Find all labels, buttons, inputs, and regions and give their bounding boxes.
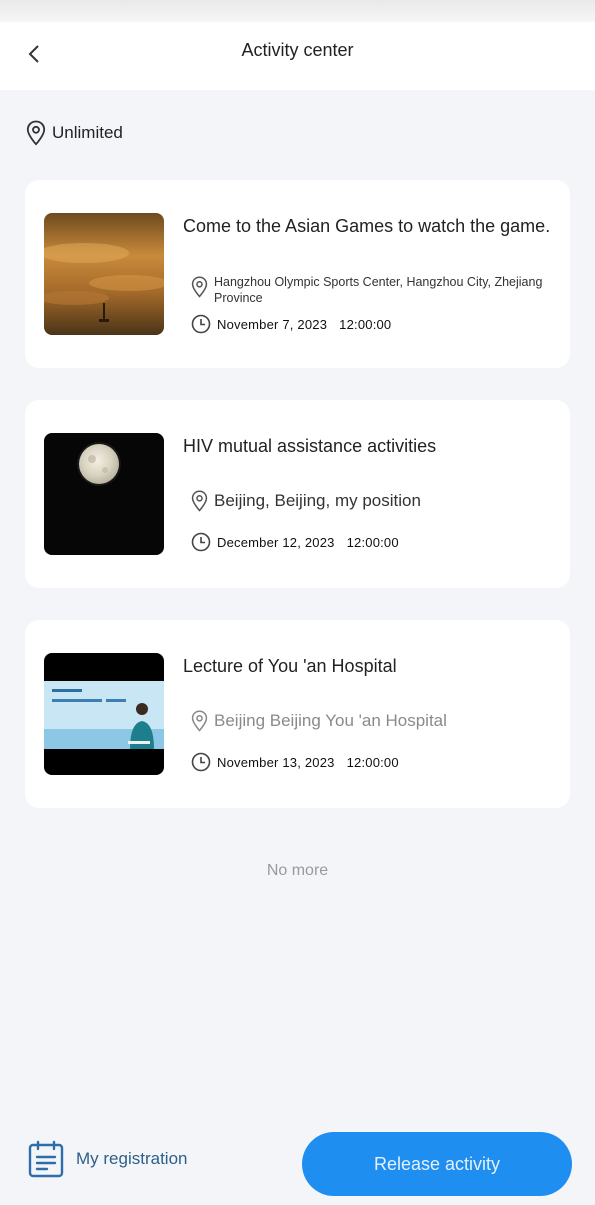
activity-clock-time: 12:00:00	[339, 316, 392, 332]
activity-thumbnail	[44, 433, 164, 555]
activity-date: November 13, 2023	[217, 754, 335, 770]
location-filter[interactable]: Unlimited	[26, 118, 123, 148]
activity-card[interactable]: HIV mutual assistance activities Beijing…	[25, 400, 570, 588]
registration-list-icon	[28, 1140, 64, 1178]
activity-thumbnail	[44, 213, 164, 335]
location-text: Beijing Beijing You 'an Hospital	[214, 711, 447, 730]
filter-label: Unlimited	[52, 123, 123, 142]
location-text: Beijing, Beijing, my position	[214, 491, 421, 510]
activity-title: Lecture of You 'an Hospital	[183, 656, 397, 676]
activity-clock-time: 12:00:00	[346, 534, 399, 550]
activity-location: Beijing Beijing You 'an Hospital	[191, 710, 447, 732]
activity-time: November 13, 2023 12:00:00	[191, 752, 399, 772]
clock-icon	[191, 752, 211, 772]
activity-title: Come to the Asian Games to watch the gam…	[183, 216, 551, 236]
activity-title: HIV mutual assistance activities	[183, 436, 437, 456]
location-pin-icon	[191, 490, 208, 512]
app-header: Activity center	[0, 22, 595, 90]
activity-date: November 7, 2023	[217, 316, 328, 332]
activity-clock-time: 12:00:00	[346, 754, 399, 770]
activity-location: Beijing, Beijing, my position	[191, 490, 421, 512]
status-strip	[0, 0, 595, 22]
no-more-label: No more	[266, 862, 329, 879]
activity-thumbnail	[44, 653, 164, 775]
my-registration-label: My registration	[76, 1149, 188, 1168]
clock-icon	[191, 532, 211, 552]
location-pin-icon	[26, 120, 46, 146]
location-text: Hangzhou Olympic Sports Center, Hangzhou…	[214, 275, 543, 305]
activity-card[interactable]: Come to the Asian Games to watch the gam…	[25, 180, 570, 368]
my-registration-button[interactable]: My registration	[28, 1140, 187, 1178]
activity-time: November 7, 2023 12:00:00	[191, 314, 391, 334]
activity-location: Hangzhou Olympic Sports Center, Hangzhou…	[191, 274, 559, 306]
location-pin-icon	[191, 276, 208, 298]
activity-card[interactable]: Lecture of You 'an Hospital Beijing Beij…	[25, 620, 570, 808]
location-pin-icon	[191, 710, 208, 732]
clock-icon	[191, 314, 211, 334]
activity-time: December 12, 2023 12:00:00	[191, 532, 399, 552]
activity-date: December 12, 2023	[217, 534, 335, 550]
release-activity-button[interactable]: Release activity	[302, 1132, 572, 1196]
page-title: Activity center	[241, 40, 354, 60]
